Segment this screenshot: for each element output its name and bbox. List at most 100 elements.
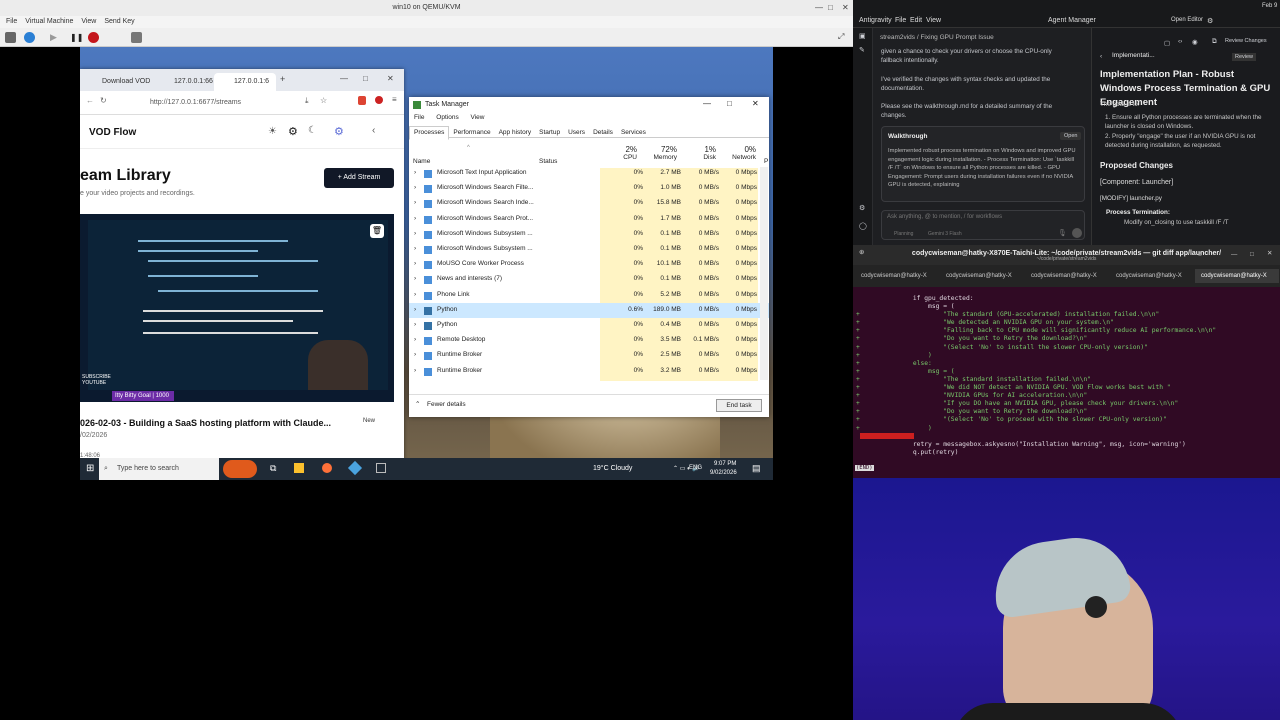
maximize-icon[interactable]: □: [828, 3, 833, 12]
open-editor-button[interactable]: Open Editor: [1171, 17, 1203, 23]
send-icon[interactable]: [1072, 228, 1082, 238]
tab-download-vod[interactable]: Download VOD: [82, 73, 152, 91]
tab-startup[interactable]: Startup: [535, 127, 564, 139]
col-status[interactable]: Status: [539, 158, 557, 165]
pizza-icon[interactable]: [223, 460, 257, 478]
expand-chevron-icon[interactable]: ›: [414, 199, 416, 206]
add-stream-button[interactable]: + Add Stream: [324, 168, 394, 188]
process-row[interactable]: › MoUSO Core Worker Process 0% 10.1 MB 0 MB/…: [409, 257, 769, 272]
process-row[interactable]: › Runtime Broker 0% 2.5 MB 0 MB/s 0 Mbps: [409, 348, 769, 363]
close-icon[interactable]: ✕: [842, 3, 849, 12]
expand-chevron-icon[interactable]: ›: [414, 230, 416, 237]
terminal-tab[interactable]: codycwiseman@hatky-X: [1110, 269, 1194, 283]
process-row[interactable]: › Remote Desktop 0% 3.5 MB 0.1 MB/s 0 Mbps: [409, 333, 769, 348]
ide-menu-antigravity[interactable]: Antigravity: [859, 17, 892, 24]
process-row[interactable]: › Microsoft Text Input Application 0% 2.7 M…: [409, 166, 769, 181]
tab-app-history[interactable]: App history: [495, 127, 536, 139]
menu-send-key[interactable]: Send Key: [104, 16, 134, 28]
expand-chevron-icon[interactable]: ›: [414, 245, 416, 252]
planning-mode[interactable]: Planning: [894, 231, 913, 237]
model-selector[interactable]: Gemini 3 Flash: [928, 231, 962, 237]
expand-chevron-icon[interactable]: ›: [414, 260, 416, 267]
col-power[interactable]: P: [764, 158, 768, 165]
power-icon[interactable]: [88, 32, 99, 43]
download-icon[interactable]: ⤓: [305, 96, 309, 106]
terminal-maximize-icon[interactable]: □: [1250, 251, 1254, 258]
collapse-icon[interactable]: ‹: [372, 125, 375, 136]
process-row[interactable]: › Python 0.6% 189.0 MB 0 MB/s 0 Mbps: [409, 302, 769, 318]
account-icon[interactable]: ◯: [859, 222, 867, 230]
bookmark-icon[interactable]: ☆: [320, 96, 327, 105]
process-row[interactable]: › Phone Link 0% 5.2 MB 0 MB/s 0 Mbps: [409, 288, 769, 303]
taskmgr-close-icon[interactable]: ✕: [752, 99, 759, 108]
ide-menu-edit[interactable]: Edit: [910, 17, 922, 24]
chat-input[interactable]: Ask anything, @ to mention, / for workfl…: [881, 210, 1085, 240]
browser-minimize-icon[interactable]: —: [340, 74, 348, 83]
tm-menu-options[interactable]: Options: [436, 114, 458, 121]
brave-shield-icon[interactable]: [358, 96, 366, 105]
panel-eye-icon[interactable]: ◉: [1192, 38, 1198, 46]
tab-localhost-2[interactable]: 127.0.0.1:6: [214, 73, 276, 91]
plan-back-icon[interactable]: ‹: [1100, 53, 1102, 60]
taskbar-search[interactable]: ⌕ Type here to search: [99, 458, 219, 480]
start-icon[interactable]: ⊞: [86, 463, 94, 474]
terminal-close-icon[interactable]: ✕: [1267, 250, 1272, 257]
clock-time[interactable]: 9:07 PM: [714, 461, 736, 467]
explorer-panel-icon[interactable]: ▣: [859, 32, 866, 40]
new-tab-icon[interactable]: +: [280, 74, 285, 84]
process-row[interactable]: › Microsoft Windows Search Filte... 0% 1.0 …: [409, 181, 769, 196]
col-memory[interactable]: 72% Memory: [647, 145, 677, 161]
app-icon[interactable]: [347, 460, 363, 476]
light-theme-icon[interactable]: ☀: [268, 126, 277, 137]
process-row[interactable]: › Microsoft Windows Subsystem ... 0% 0.1 MB…: [409, 227, 769, 242]
expand-chevron-icon[interactable]: ›: [414, 215, 416, 222]
tm-menu-file[interactable]: File: [414, 114, 424, 121]
snapshot-icon[interactable]: [131, 32, 142, 43]
fewer-details-link[interactable]: Fewer details: [427, 401, 466, 408]
pause-icon[interactable]: ❚❚: [70, 32, 83, 43]
tab-services[interactable]: Services: [617, 127, 650, 139]
terminal-tab[interactable]: codycwiseman@hatky-X: [855, 269, 939, 283]
tm-menu-view[interactable]: View: [471, 114, 485, 121]
expand-chevron-icon[interactable]: ›: [414, 336, 416, 343]
expand-chevron-icon[interactable]: ›: [414, 306, 416, 313]
col-cpu[interactable]: 2% CPU: [609, 145, 637, 161]
ide-menu-view[interactable]: View: [926, 17, 941, 24]
terminal-menu-icon[interactable]: ≡: [1198, 251, 1202, 258]
walkthrough-open-button[interactable]: Open: [1060, 132, 1082, 140]
menu-view[interactable]: View: [81, 16, 96, 28]
stream-thumbnail[interactable]: SUBSCRIBE YOUTUBE Itty Bitty Goal | 1000…: [80, 214, 394, 402]
terminal-tab[interactable]: codycwiseman@hatky-X: [1025, 269, 1109, 283]
modify-file[interactable]: [MODIFY] launcher.py: [1100, 194, 1278, 204]
plan-tab[interactable]: Implementati...: [1112, 52, 1155, 59]
terminal-tab[interactable]: codycwiseman@hatky-X: [940, 269, 1024, 283]
browser-maximize-icon[interactable]: □: [363, 74, 368, 83]
ide-gear-icon[interactable]: ⚙: [859, 204, 865, 212]
menu-virtual-machine[interactable]: Virtual Machine: [25, 16, 73, 28]
explorer-icon[interactable]: [294, 463, 304, 473]
expand-chevron-icon[interactable]: ›: [414, 321, 416, 328]
address-bar[interactable]: http://127.0.0.1:6677/streams: [124, 95, 254, 111]
minimize-icon[interactable]: —: [815, 3, 823, 12]
process-row[interactable]: › Microsoft Windows Search Inde... 0% 15.8 …: [409, 196, 769, 211]
expand-chevron-icon[interactable]: ›: [414, 169, 416, 176]
agent-manager-button[interactable]: Agent Manager: [1048, 17, 1096, 24]
expand-chevron-icon[interactable]: ›: [414, 275, 416, 282]
new-chat-icon[interactable]: ✎: [859, 46, 865, 54]
terminal-new-tab-icon[interactable]: ⊕: [859, 249, 864, 256]
process-row[interactable]: › News and interests (7) 0% 0.1 MB 0 MB/s 0 M…: [409, 272, 769, 287]
ide-menu-file[interactable]: File: [895, 17, 906, 24]
taskmgr-maximize-icon[interactable]: □: [727, 99, 732, 108]
mic-icon[interactable]: 🎙: [1058, 229, 1067, 237]
run-icon[interactable]: ▶: [50, 32, 61, 43]
panel-toggle-icon[interactable]: ▢: [1164, 39, 1170, 47]
terminal-tab-active[interactable]: codycwiseman@hatky-X: [1195, 269, 1279, 283]
extension-icon[interactable]: [375, 96, 383, 104]
menu-icon[interactable]: ≡: [392, 95, 397, 104]
tab-performance[interactable]: Performance: [449, 127, 494, 139]
taskmgr-minimize-icon[interactable]: —: [703, 99, 711, 108]
process-row[interactable]: › Microsoft Windows Subsystem ... 0% 0.1 MB…: [409, 242, 769, 257]
menu-file[interactable]: File: [6, 16, 17, 28]
col-network[interactable]: 0% Network: [725, 145, 756, 161]
info-icon[interactable]: [24, 32, 35, 43]
